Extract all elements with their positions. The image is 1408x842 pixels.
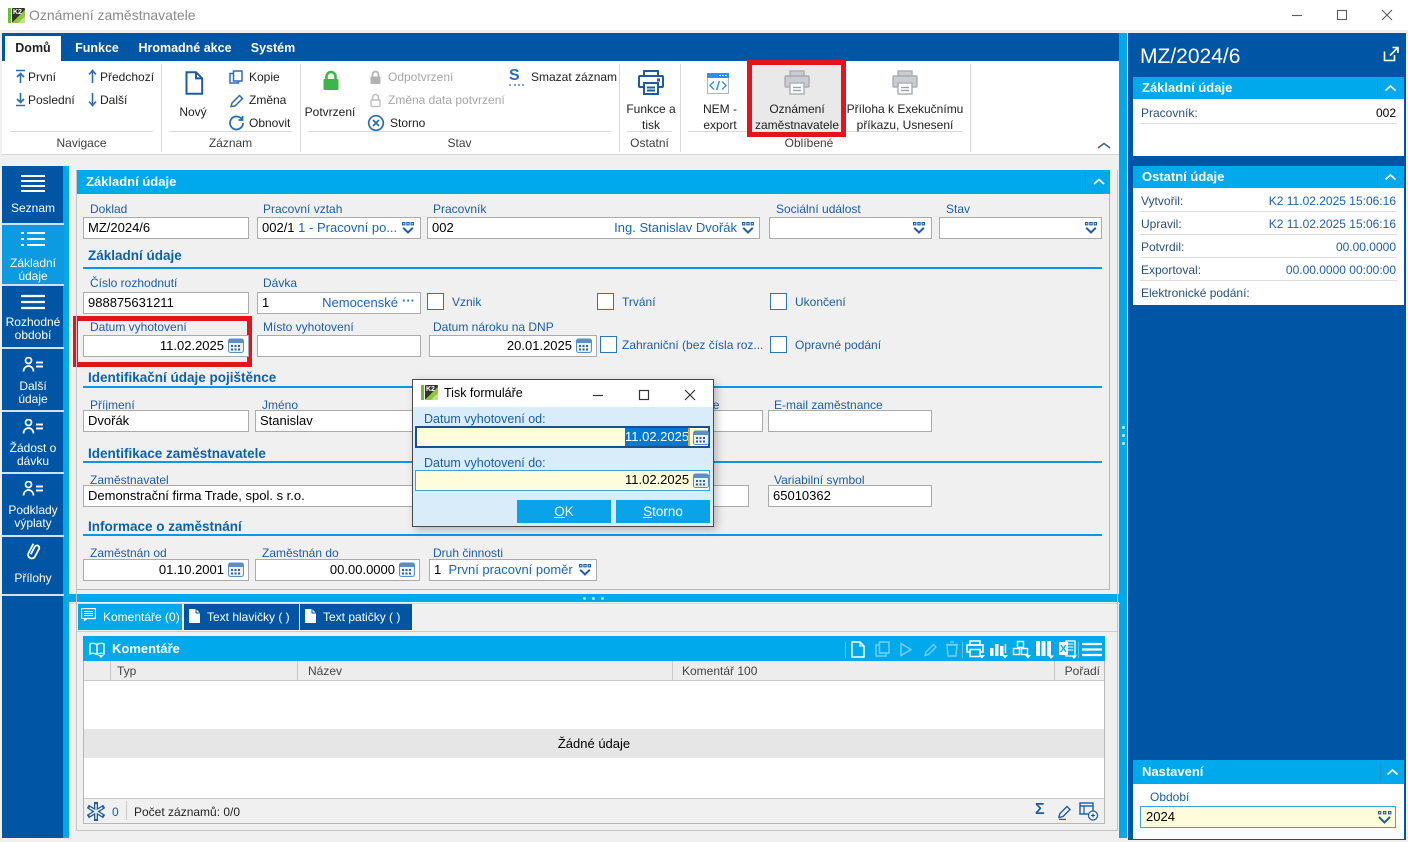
svg-text:X: X (1060, 644, 1067, 655)
